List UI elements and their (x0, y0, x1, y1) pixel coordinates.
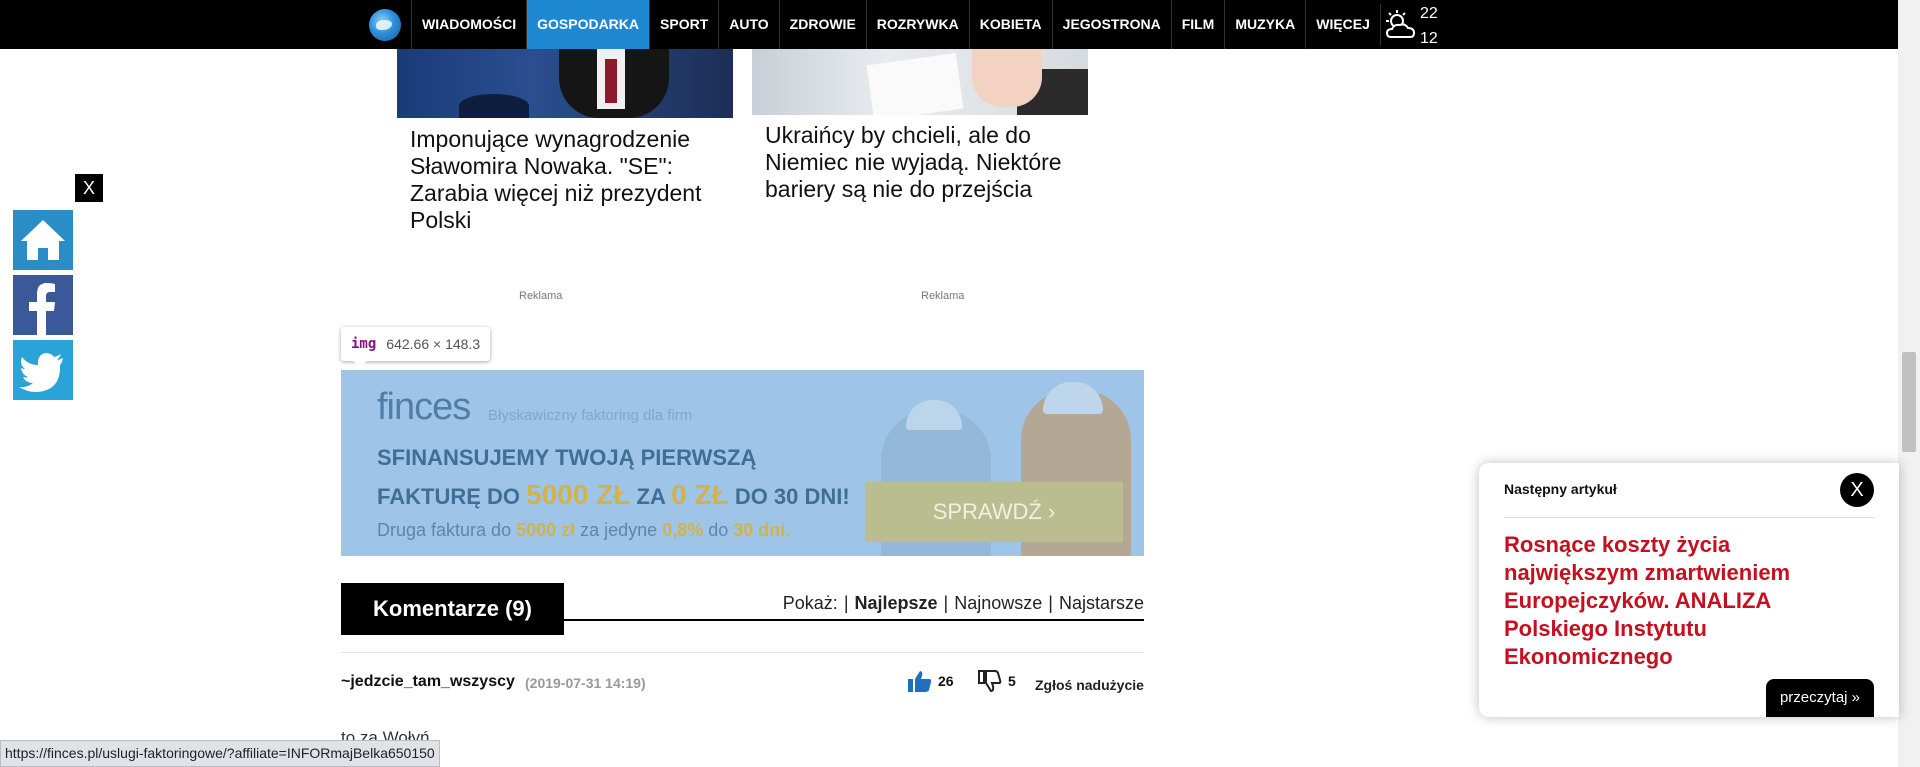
sort-label: Pokaż: (782, 593, 838, 613)
nav-item-jegostrona[interactable]: JEGOSTRONA (1051, 0, 1171, 49)
image-shadow-shape (1017, 69, 1088, 115)
banner-logo: finces (377, 386, 471, 428)
comments-sort: Pokaż: | Najlepsze | Najnowsze | Najstarsze (782, 593, 1144, 613)
banner-tagline: Błyskawiczny faktoring dla firm (488, 407, 693, 424)
report-abuse-link[interactable]: Zgłoś nadużycie (1035, 677, 1144, 693)
twitter-share-button[interactable] (13, 340, 73, 400)
nav-item-auto[interactable]: AUTO (718, 0, 778, 49)
ad-label: Reklama (921, 290, 965, 302)
finces-banner-ad[interactable]: finces Błyskawiczny faktoring dla firm S… (341, 370, 1144, 556)
weather-high-temp: 22 (1420, 5, 1438, 22)
facebook-share-button[interactable] (13, 275, 73, 335)
weather-widget[interactable]: 22 12 (1380, 4, 1441, 47)
nav-item-sport[interactable]: SPORT (649, 0, 718, 49)
sort-option-newest[interactable]: Najnowsze (954, 593, 1042, 613)
banner-text: do (703, 520, 734, 540)
banner-subline: Druga faktura do 5000 zł za jedyne 0,8% … (377, 520, 790, 541)
thumbs-up-icon (908, 671, 932, 692)
nav-item-film[interactable]: FILM (1170, 0, 1225, 49)
browser-status-url: https://finces.pl/uslugi-faktoringowe/?a… (0, 740, 440, 767)
comments-divider (341, 652, 1144, 653)
nav-item-wiadomosci[interactable]: WIADOMOŚCI (411, 0, 526, 49)
tie-shape (605, 59, 617, 103)
ad-label: Reklama (519, 290, 563, 302)
nav-item-zdrowie[interactable]: ZDROWIE (778, 0, 866, 49)
article-image[interactable] (752, 49, 1088, 115)
nav-item-kobieta[interactable]: KOBIETA (968, 0, 1052, 49)
article-image[interactable] (397, 49, 733, 118)
banner-amount: 0,8% (662, 520, 704, 540)
banner-text: Druga faktura do (377, 520, 517, 540)
nav-item-muzyka[interactable]: MUZYKA (1224, 0, 1305, 49)
banner-text: ZA (630, 484, 672, 509)
banner-cta-button[interactable]: SPRAWDŹ › (865, 482, 1123, 542)
social-bar-close-button[interactable]: X (75, 174, 103, 202)
nav-item-rozrywka[interactable]: ROZRYWKA (865, 0, 969, 49)
comment-author: ~jedzcie_tam_wszyscy (341, 673, 515, 690)
home-button[interactable] (13, 210, 73, 270)
banner-headline: FAKTURĘ DO 5000 ZŁ ZA 0 ZŁ DO 30 DNI! (377, 479, 850, 511)
comments-underline (564, 619, 1144, 621)
sort-option-best[interactable]: Najlepsze (855, 593, 938, 613)
sort-option-oldest[interactable]: Najstarsze (1059, 593, 1144, 613)
top-navigation: WIADOMOŚCI GOSPODARKA SPORT AUTO ZDROWIE… (0, 0, 1898, 49)
popup-divider (1504, 517, 1874, 518)
comment-date: (2019-07-31 14:19) (525, 675, 646, 691)
like-count: 26 (938, 673, 954, 689)
microphone-shape (459, 94, 529, 118)
banner-amount: 30 dni. (733, 520, 791, 540)
tooltip-dimensions: 642.66 × 148.3 (386, 336, 481, 352)
next-article-popup: Następny artykuł X Rosnące koszty życia … (1479, 463, 1899, 717)
banner-amount: 5000 zł (516, 520, 576, 540)
banner-amount: 0 ZŁ (671, 479, 729, 510)
facebook-icon (29, 283, 55, 335)
banner-text: za jedyne (575, 520, 663, 540)
dislike-count: 5 (1008, 673, 1016, 689)
article-title[interactable]: Ukraińcy by chcieli, ale do Niemiec nie … (765, 122, 1085, 203)
read-next-button[interactable]: przeczytaj » (1766, 679, 1874, 717)
dislike-button[interactable]: 5 (978, 670, 1016, 692)
article-title[interactable]: Imponujące wynagrodzenie Sławomira Nowak… (410, 126, 730, 234)
scrollbar-thumb[interactable] (1902, 352, 1916, 452)
partly-cloudy-icon (1385, 10, 1416, 38)
banner-text: FAKTURĘ DO (377, 484, 527, 509)
next-article-headline[interactable]: Rosnące koszty życia największym zmartwi… (1504, 531, 1834, 671)
nav-menu: WIADOMOŚCI GOSPODARKA SPORT AUTO ZDROWIE… (411, 0, 1380, 49)
element-inspector-tooltip: img 642.66 × 148.3 (341, 327, 491, 368)
nav-item-wiecej[interactable]: WIĘCEJ (1305, 0, 1380, 49)
thumbs-down-icon (978, 670, 1002, 692)
banner-amount: 5000 ZŁ (526, 479, 631, 510)
popup-close-button[interactable]: X (1840, 473, 1874, 507)
home-icon (21, 220, 65, 260)
weather-low-temp: 12 (1420, 30, 1438, 47)
comments-header: Komentarze (9) Pokaż: | Najlepsze | Najnowsz… (341, 583, 1144, 635)
next-article-label: Następny artykuł (1504, 481, 1617, 497)
banner-text: DO 30 DNI! (728, 484, 850, 509)
comments-title: Komentarze (9) (341, 583, 564, 635)
twitter-icon (19, 353, 63, 392)
like-button[interactable]: 26 (908, 670, 954, 692)
banner-headline: SFINANSUJEMY TWOJĄ PIERWSZĄ (377, 445, 757, 470)
vertical-scrollbar[interactable] (1898, 0, 1920, 767)
globe-logo-icon[interactable] (369, 9, 401, 41)
tooltip-tag: img (351, 336, 377, 352)
nav-item-gospodarka[interactable]: GOSPODARKA (526, 0, 650, 49)
